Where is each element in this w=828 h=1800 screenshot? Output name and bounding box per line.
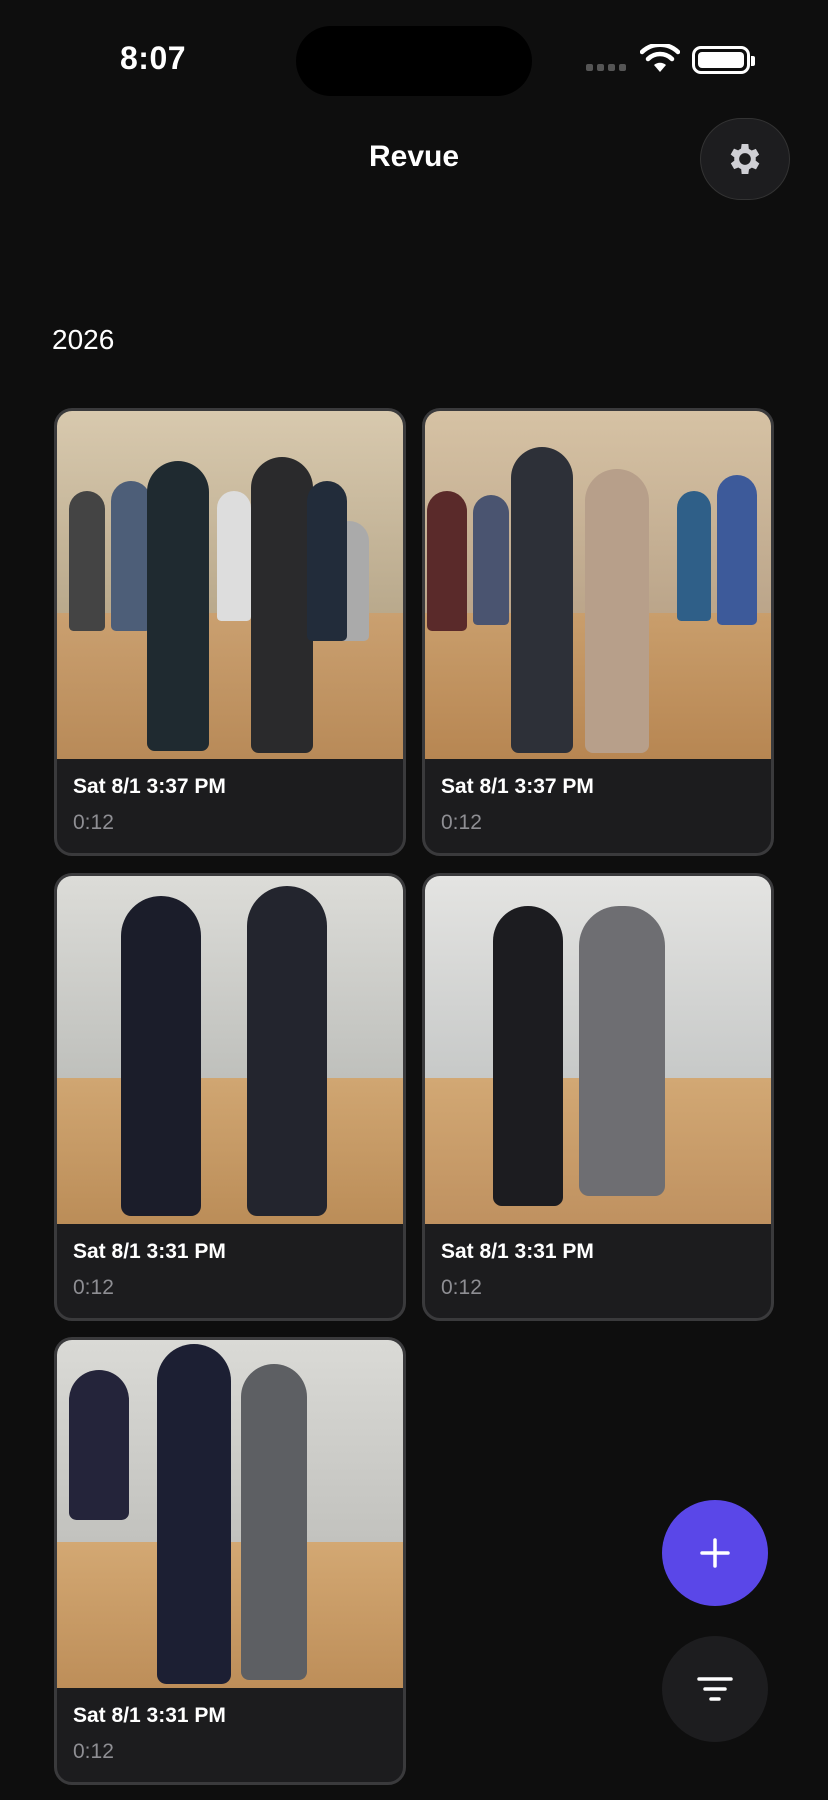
video-card[interactable]: Sat 8/1 3:37 PM 0:12 bbox=[54, 408, 406, 856]
video-title: Sat 8/1 3:31 PM bbox=[73, 1704, 226, 1727]
video-thumbnail bbox=[425, 876, 771, 1224]
video-duration: 0:12 bbox=[73, 811, 114, 834]
status-time: 8:07 bbox=[120, 40, 187, 76]
filter-button[interactable] bbox=[662, 1636, 768, 1742]
gear-icon bbox=[730, 144, 760, 174]
settings-button[interactable] bbox=[700, 118, 790, 200]
video-card[interactable]: Sat 8/1 3:37 PM 0:12 bbox=[422, 408, 774, 856]
video-thumbnail bbox=[425, 411, 771, 759]
video-thumbnail bbox=[57, 876, 403, 1224]
video-card[interactable]: Sat 8/1 3:31 PM 0:12 bbox=[54, 1337, 406, 1785]
video-thumbnail bbox=[57, 1340, 403, 1688]
video-title: Sat 8/1 3:37 PM bbox=[73, 775, 226, 798]
video-duration: 0:12 bbox=[441, 1276, 482, 1299]
battery-icon bbox=[692, 46, 755, 74]
plus-icon bbox=[700, 1538, 730, 1568]
video-duration: 0:12 bbox=[73, 1740, 114, 1763]
video-duration: 0:12 bbox=[441, 811, 482, 834]
video-title: Sat 8/1 3:37 PM bbox=[441, 775, 594, 798]
section-year: 2026 bbox=[52, 324, 115, 355]
filter-icon bbox=[697, 1677, 733, 1701]
wifi-icon bbox=[640, 44, 680, 72]
dynamic-island bbox=[296, 26, 532, 96]
cellular-signal-icon bbox=[586, 64, 626, 71]
video-thumbnail bbox=[57, 411, 403, 759]
video-title: Sat 8/1 3:31 PM bbox=[441, 1240, 594, 1263]
video-card[interactable]: Sat 8/1 3:31 PM 0:12 bbox=[54, 873, 406, 1321]
video-title: Sat 8/1 3:31 PM bbox=[73, 1240, 226, 1263]
add-button[interactable] bbox=[662, 1500, 768, 1606]
video-card[interactable]: Sat 8/1 3:31 PM 0:12 bbox=[422, 873, 774, 1321]
video-duration: 0:12 bbox=[73, 1276, 114, 1299]
